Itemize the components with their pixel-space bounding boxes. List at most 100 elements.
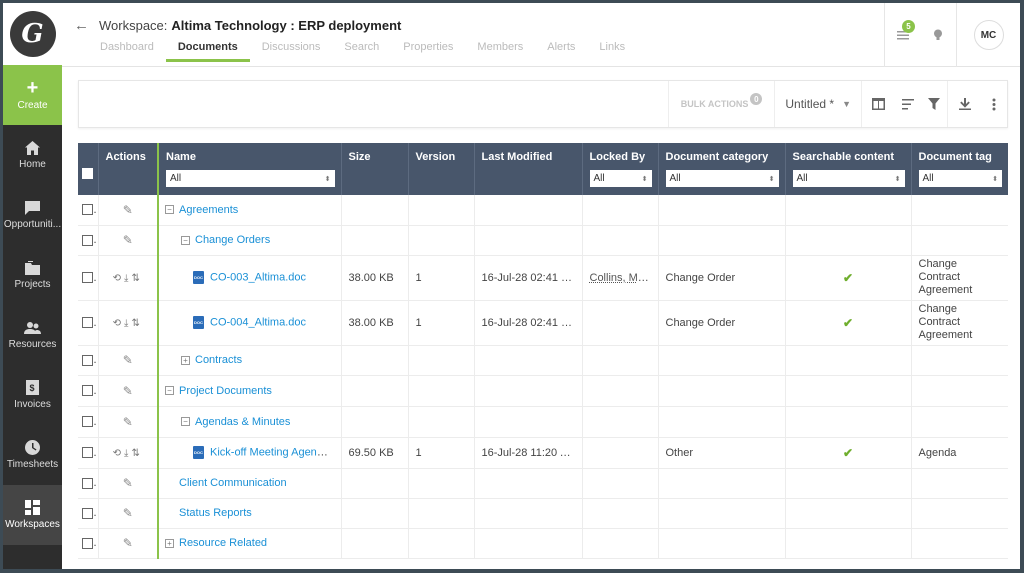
edit-icon[interactable]: ✎ [123,476,133,490]
column-header-size[interactable]: Size [341,143,409,195]
tab-members[interactable]: Members [477,41,523,62]
folder-link[interactable]: Client Communication [179,477,287,489]
filter-button[interactable] [921,81,947,127]
app-logo[interactable]: G [9,11,56,57]
sidebar-item-invoices[interactable]: $ Invoices [3,365,62,425]
table-row[interactable]: ⟲⤓⇅ DOC Kick-off Meeting Agenda... 69.50 … [78,437,1008,469]
collapse-icon[interactable]: − [165,205,174,215]
collapse-icon[interactable]: − [181,235,190,245]
edit-icon[interactable]: ✎ [123,415,133,429]
tab-alerts[interactable]: Alerts [547,41,575,62]
row-checkbox[interactable] [82,354,93,366]
select-all-checkbox[interactable] [82,167,93,179]
tab-dashboard[interactable]: Dashboard [100,41,154,62]
table-row[interactable]: ✎ − Change Orders [78,225,1008,256]
row-checkbox[interactable] [82,477,93,489]
row-select [78,528,99,559]
table-row[interactable]: ⟲⤓⇅ DOC CO-003_Altima.doc 38.00 KB 1 16-J… [78,255,1008,301]
sidebar-item-opportunities[interactable]: Opportuniti... [3,185,62,245]
compare-icon[interactable]: ⇅ [131,448,142,459]
row-checkbox[interactable] [82,385,93,397]
tab-search[interactable]: Search [344,41,379,62]
searchable-filter[interactable]: All ⬍ [792,170,905,187]
column-header-last-modified[interactable]: Last Modified [474,143,583,195]
bulk-count-badge: 0 [750,93,763,105]
back-arrow-icon[interactable]: ← [74,17,89,34]
locked-by-user[interactable]: Collins, Marc [590,272,654,284]
tab-links[interactable]: Links [599,41,625,62]
collapse-icon[interactable]: − [181,417,190,427]
table-row[interactable]: ✎ + Resource Related [78,528,1008,559]
sidebar-item-home[interactable]: Home [3,125,62,185]
edit-icon[interactable]: ✎ [123,233,133,247]
edit-icon[interactable]: ✎ [123,353,133,367]
column-header-name[interactable]: Name All ⬍ [158,143,342,195]
expand-icon[interactable]: + [165,538,174,548]
edit-icon[interactable]: ✎ [123,506,133,520]
folder-link[interactable]: Project Documents [179,385,272,397]
folder-link[interactable]: Resource Related [179,537,267,549]
sidebar-item-timesheets[interactable]: Timesheets [3,425,62,485]
document-link[interactable]: CO-003_Altima.doc [210,271,306,283]
view-selector[interactable]: Untitled * ▼ [774,81,861,127]
tag-filter[interactable]: All ⬍ [918,170,1002,187]
sidebar-item-projects[interactable]: Projects [3,245,62,305]
column-header-searchable-content[interactable]: Searchable content All ⬍ [785,143,912,195]
expand-icon[interactable]: + [181,355,190,365]
table-row[interactable]: ✎ Status Reports [78,498,1008,529]
folder-link[interactable]: Change Orders [195,234,270,246]
row-checkbox[interactable] [82,234,93,246]
tasks-button[interactable]: 5 [884,3,920,67]
document-link[interactable]: CO-004_Altima.doc [210,316,306,328]
tab-discussions[interactable]: Discussions [262,41,321,62]
column-header-version[interactable]: Version [408,143,475,195]
sort-button[interactable] [895,81,921,127]
edit-icon[interactable]: ✎ [123,536,133,550]
row-checkbox[interactable] [82,416,93,428]
history-icon[interactable]: ⟲ [113,273,124,284]
avatar[interactable]: MC [973,20,1004,50]
table-row[interactable]: ✎ + Contracts [78,345,1008,376]
sidebar-item-resources[interactable]: Resources [3,305,62,365]
row-checkbox[interactable] [82,507,93,519]
sidebar-item-workspaces[interactable]: Workspaces [3,485,62,545]
folder-link[interactable]: Status Reports [179,507,252,519]
row-checkbox[interactable] [82,447,93,459]
collapse-icon[interactable]: − [165,386,174,396]
row-checkbox[interactable] [82,537,93,549]
name-cell: Status Reports [158,498,342,529]
folder-link[interactable]: Contracts [195,354,242,366]
create-button[interactable]: + Create [3,65,62,125]
edit-icon[interactable]: ✎ [123,203,133,217]
column-header-document-category[interactable]: Document category All ⬍ [658,143,786,195]
history-icon[interactable]: ⟲ [113,448,124,459]
table-row[interactable]: ✎ − Agendas & Minutes [78,406,1008,438]
table-row[interactable]: ⟲⤓⇅ DOC CO-004_Altima.doc 38.00 KB 1 16-J… [78,300,1008,346]
row-checkbox[interactable] [82,204,93,216]
folder-link[interactable]: Agendas & Minutes [195,416,290,428]
column-header-locked-by[interactable]: Locked By All ⬍ [582,143,659,195]
category-filter[interactable]: All ⬍ [665,170,779,187]
columns-button[interactable] [861,81,895,127]
table-row[interactable]: ✎ − Agreements [78,195,1008,226]
ideas-button[interactable] [920,3,956,67]
document-link[interactable]: Kick-off Meeting Agenda... [210,446,338,458]
table-row[interactable]: ✎ − Project Documents [78,375,1008,407]
compare-icon[interactable]: ⇅ [131,318,142,329]
compare-icon[interactable]: ⇅ [131,273,142,284]
edit-icon[interactable]: ✎ [123,384,133,398]
user-menu[interactable]: MC [956,3,1020,67]
tab-properties[interactable]: Properties [403,41,453,62]
tab-documents[interactable]: Documents [165,41,250,62]
row-checkbox[interactable] [82,272,93,284]
folder-link[interactable]: Agreements [179,204,238,216]
history-icon[interactable]: ⟲ [113,318,124,329]
bulk-actions-button[interactable]: BULK ACTIONS 0 [667,81,775,127]
name-filter[interactable]: All ⬍ [166,170,335,187]
column-header-document-tag[interactable]: Document tag All ⬍ [911,143,1008,195]
table-row[interactable]: ✎ Client Communication [78,468,1008,499]
download-button[interactable] [947,81,981,127]
more-options-button[interactable] [981,81,1007,127]
row-checkbox[interactable] [82,317,93,329]
locked-by-filter[interactable]: All ⬍ [589,170,652,187]
